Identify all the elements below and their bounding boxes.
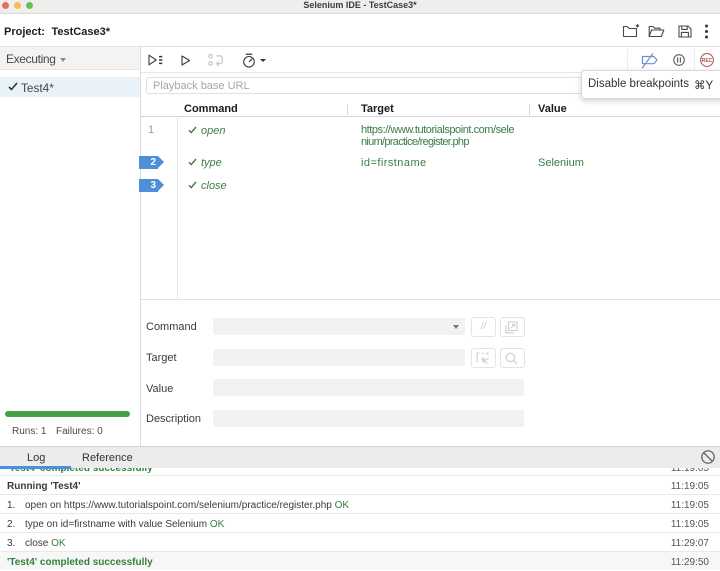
svg-text:REC: REC <box>702 58 713 64</box>
